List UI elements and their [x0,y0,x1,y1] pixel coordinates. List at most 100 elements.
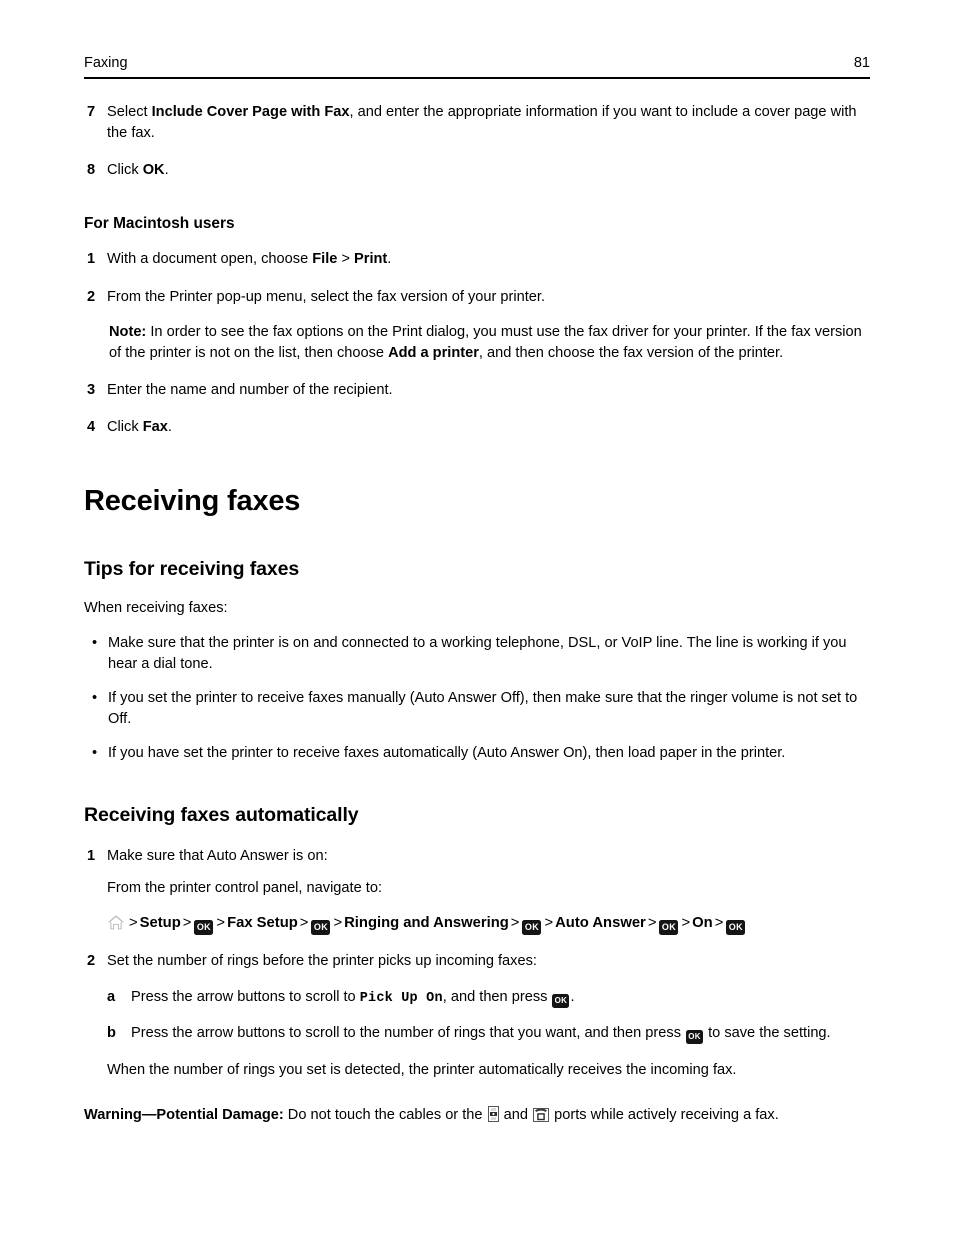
step-text-emphasis: OK [142,162,165,179]
auto-steps-list: 1 Make sure that Auto Answer is on: From… [84,846,870,1081]
navigation-separator: > [299,914,309,931]
step-number: 8 [87,162,96,179]
step-number: 1 [87,251,96,268]
page-number: 81 [853,55,870,71]
navigation-separator: > [714,914,724,931]
step-number: 2 [87,952,96,969]
navigation-separator: > [182,914,192,931]
navigation-separator: > [647,914,657,931]
home-icon[interactable] [107,914,125,931]
ok-key-icon[interactable]: OK [686,1030,704,1045]
step-text: Make sure that Auto Answer is on: [107,848,328,865]
navigation-menu-label: Fax Setup [227,914,298,931]
substep-text-fragment: Press the arrow buttons to scroll to the… [131,1025,686,1042]
control-panel-menu-value: Pick Up On [359,990,443,1006]
list-item: b Press the arrow buttons to scroll to t… [107,1023,870,1045]
step-text-fragment: . [164,162,169,179]
bullet-icon: • [92,689,98,706]
substep-text-fragment: Press the arrow buttons to scroll to [131,988,360,1005]
tips-bullet-list: • Make sure that the printer is on and c… [84,633,870,765]
ok-key-icon[interactable]: OK [194,919,214,935]
substep-text-fragment: to save the setting. [704,1025,831,1042]
list-item: 1 Make sure that Auto Answer is on: From… [84,846,870,935]
navigation-menu-label: Ringing and Answering [344,914,509,931]
warning-label: Warning—Potential Damage: [84,1106,284,1123]
macintosh-steps-list: 1 With a document open, choose File > Pr… [84,249,870,438]
list-item: 2 From the Printer pop-up menu, select t… [84,287,870,308]
menu-name-print: Print [354,251,388,268]
substep-letter: b [107,1025,116,1042]
navigation-separator: > [333,914,343,931]
substep-text: Press the arrow buttons to scroll to the… [131,1023,870,1045]
navigation-separator: > [510,914,520,931]
control-panel-navigation-path: > Setup > OK > Fax Setup > OK > Ringing and Answe… [107,912,870,935]
list-item: 1 With a document open, choose File > Pr… [84,249,870,270]
ok-key-icon[interactable]: OK [659,919,679,935]
ok-key-icon[interactable]: OK [552,993,570,1008]
section-heading-tips: Tips for receiving faxes [84,558,300,581]
list-item: 2 Set the number of rings before the pri… [84,951,870,1082]
step-text: Click Fax. [107,417,870,438]
substep-letter: a [107,988,116,1005]
menu-separator: > [337,251,355,268]
substep-text-fragment: , and then press [442,988,552,1005]
warning-text-fragment: ports while actively receiving a fax. [550,1106,779,1123]
warning-potential-damage: Warning—Potential Damage: Do not touch t… [84,1105,870,1130]
list-item: • If you have set the printer to receive… [84,743,870,764]
list-item: 3 Enter the name and number of the recip… [84,380,870,401]
step-number: 2 [87,288,96,305]
step-number: 1 [87,848,96,865]
navigation-separator: > [129,914,138,931]
navigation-separator: > [216,914,226,931]
top-steps-list: 7 Select Include Cover Page with Fax, an… [84,102,870,181]
bullet-icon: • [92,745,98,762]
substep-text-fragment: . [570,988,575,1005]
navigation-separator: > [681,914,691,931]
warning-text-fragment: Do not touch the cables or the [283,1106,487,1123]
step-number: 3 [87,382,96,399]
ok-key-icon[interactable]: OK [726,919,746,935]
step-closing-text: When the number of rings you set is dete… [107,1062,737,1079]
step-text: Click OK. [107,160,870,181]
note-text-emphasis: Add a printer [388,344,479,361]
step-text-emphasis: Include Cover Page with Fax [151,103,350,120]
step-text: Select Include Cover Page with Fax, and … [107,102,870,144]
list-item: • Make sure that the printer is on and c… [84,633,870,675]
step-text-fragment: With a document open, choose [107,251,313,268]
line-port-icon [487,1105,499,1130]
bullet-text: If you have set the printer to receive f… [108,745,786,762]
navigation-menu-label: Auto Answer [555,914,646,931]
ok-key-icon[interactable]: OK [522,919,542,935]
note-text-fragment: , and then choose the fax version of the… [478,344,784,361]
page-title: Receiving faxes [84,485,301,518]
ok-key-icon[interactable]: OK [311,919,331,935]
list-item: 7 Select Include Cover Page with Fax, an… [84,102,870,144]
tips-intro-text: When receiving faxes: [84,600,228,617]
subsection-heading-macintosh: For Macintosh users [84,215,235,233]
header-section-title: Faxing [84,55,128,71]
bullet-icon: • [92,634,98,651]
step-text: From the Printer pop-up menu, select the… [107,288,546,305]
navigation-menu-label: On [692,914,713,931]
navigation-menu-label: Setup [139,914,181,931]
step-text-fragment: Click [107,162,143,179]
note-block: Note: In order to see the fax options on… [109,322,870,364]
list-item: 4 Click Fax. [84,417,870,438]
list-item: a Press the arrow buttons to scroll to P… [107,987,870,1009]
step-text: Enter the name and number of the recipie… [107,382,393,399]
warning-text-fragment: and [499,1106,533,1123]
step-text-fragment: Click [107,419,143,436]
document-page: Faxing 81 7 Select Include Cover Page wi… [0,0,954,1235]
page-header: Faxing 81 [84,55,870,79]
step-text-fragment: . [167,419,172,436]
step-text-fragment: Select [107,103,152,120]
note-label: Note: [109,323,147,340]
bullet-text: Make sure that the printer is on and con… [108,634,847,672]
bullet-text: If you set the printer to receive faxes … [108,689,858,727]
navigate-instruction: From the printer control panel, navigate… [107,880,382,897]
step-number: 4 [87,419,96,436]
list-item: 8 Click OK. [84,160,870,181]
step-text: Set the number of rings before the print… [107,952,537,969]
section-heading-auto: Receiving faxes automatically [84,804,359,827]
step-number: 7 [87,103,96,120]
